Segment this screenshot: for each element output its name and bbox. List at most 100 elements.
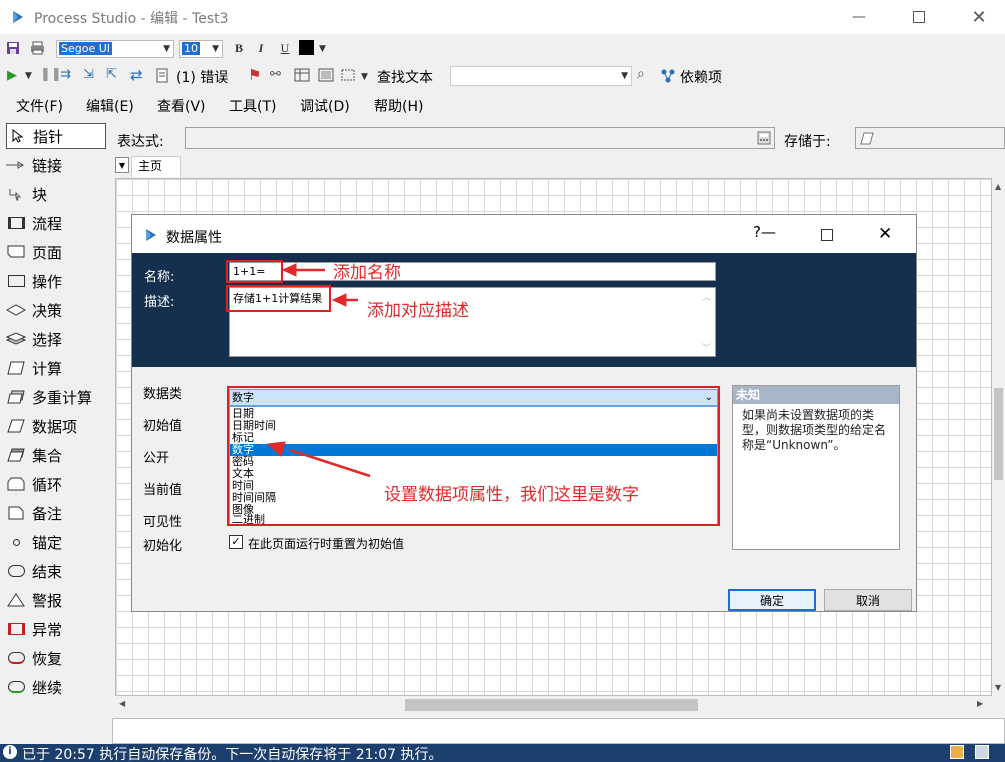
scroll-down-icon[interactable]: ﹀ bbox=[702, 341, 711, 354]
palette-item-resume[interactable]: 继续 bbox=[6, 674, 106, 700]
palette-item-alert[interactable]: 警报 bbox=[6, 587, 106, 613]
tab-dropdown-button[interactable]: ▼ bbox=[115, 157, 129, 173]
ok-button[interactable]: 确定 bbox=[728, 589, 816, 611]
underline-button[interactable]: U bbox=[276, 39, 294, 57]
format-toolbar: Segoe UI ▼ 10 ▼ B I U ▼ bbox=[0, 34, 1005, 62]
close-button[interactable]: ✕ bbox=[956, 0, 1002, 34]
font-color-swatch[interactable] bbox=[299, 40, 314, 55]
bold-button[interactable]: B bbox=[230, 39, 248, 57]
save-icon[interactable] bbox=[4, 39, 22, 57]
chevron-down-icon: ▼ bbox=[621, 71, 628, 81]
chevron-down-icon[interactable]: ▼ bbox=[319, 44, 326, 54]
find-text-input[interactable]: ▼ bbox=[450, 66, 632, 86]
expression-field[interactable] bbox=[185, 127, 775, 149]
pause-icon[interactable]: ❚❚ bbox=[40, 67, 62, 82]
chevron-down-icon[interactable]: ▼ bbox=[25, 71, 32, 81]
font-name-select[interactable]: Segoe UI ▼ bbox=[56, 40, 174, 58]
palette-item-multi-calc[interactable]: 多重计算 bbox=[6, 384, 106, 410]
info-panel-title: 未知 bbox=[733, 386, 899, 404]
reset-initial-checkbox[interactable]: ✓ bbox=[229, 535, 243, 549]
cancel-button[interactable]: 取消 bbox=[824, 589, 912, 611]
palette-item-calculation[interactable]: 计算 bbox=[6, 355, 106, 381]
horizontal-scrollbar[interactable]: ◀ ▶ bbox=[115, 696, 992, 714]
log-icon[interactable] bbox=[975, 745, 989, 759]
palette-item-action[interactable]: 操作 bbox=[6, 268, 106, 294]
palette-item-link[interactable]: 链接 bbox=[6, 152, 106, 178]
notification-icon[interactable] bbox=[950, 745, 964, 759]
font-size-select[interactable]: 10 ▼ bbox=[179, 40, 223, 58]
tab-main[interactable]: 主页 bbox=[131, 156, 181, 177]
palette-item-end[interactable]: 结束 bbox=[6, 558, 106, 584]
palette-item-decision[interactable]: 决策 bbox=[6, 297, 106, 323]
data-type-label: 数据类 bbox=[143, 387, 183, 402]
menu-debug[interactable]: 调试(D) bbox=[300, 96, 350, 116]
step-into-icon[interactable]: ⇲ bbox=[83, 67, 94, 82]
scroll-left-icon[interactable]: ◀ bbox=[119, 699, 125, 708]
menu-tools[interactable]: 工具(T) bbox=[229, 96, 276, 116]
palette-item-loop[interactable]: 循环 bbox=[6, 471, 106, 497]
menu-file[interactable]: 文件(F) bbox=[16, 96, 63, 116]
maximize-button[interactable] bbox=[896, 0, 942, 34]
palette-item-choice[interactable]: 选择 bbox=[6, 326, 106, 352]
close-icon: ✕ bbox=[878, 224, 893, 244]
menu-help[interactable]: 帮助(H) bbox=[374, 96, 423, 116]
bottom-panel bbox=[112, 718, 1005, 744]
palette-item-collection[interactable]: 集合 bbox=[6, 442, 106, 468]
block-icon bbox=[6, 186, 26, 202]
binoculars-icon[interactable]: ⌕ bbox=[637, 66, 645, 82]
annotation-description-box bbox=[226, 285, 331, 312]
play-icon[interactable]: ▶ bbox=[7, 68, 17, 83]
multi-calc-icon bbox=[6, 389, 26, 405]
print-icon[interactable] bbox=[28, 39, 46, 57]
dialog-close-button[interactable]: ✕ bbox=[878, 224, 892, 244]
layout-icon[interactable] bbox=[318, 68, 334, 83]
step-icon[interactable]: ⇉ bbox=[60, 67, 71, 82]
menu-edit[interactable]: 编辑(E) bbox=[86, 96, 134, 116]
window-title: Process Studio - 编辑 - Test3 bbox=[34, 11, 229, 27]
step-out-icon[interactable]: ⇱ bbox=[106, 67, 117, 82]
error-list-icon bbox=[156, 68, 168, 83]
scroll-up-icon[interactable]: ▲ bbox=[995, 182, 1001, 191]
italic-button[interactable]: I bbox=[252, 39, 270, 57]
zoom-fit-icon[interactable] bbox=[340, 68, 356, 83]
collection-icon bbox=[6, 447, 26, 463]
palette-item-process[interactable]: 流程 bbox=[6, 210, 106, 236]
name-input[interactable]: 1+1= bbox=[229, 262, 716, 281]
link-chain-icon[interactable]: ⚯ bbox=[270, 67, 281, 82]
dialog-maximize-button[interactable] bbox=[821, 229, 833, 241]
horizontal-scroll-thumb[interactable] bbox=[405, 699, 698, 711]
recover-icon bbox=[6, 650, 26, 666]
palette-item-recover[interactable]: 恢复 bbox=[6, 645, 106, 671]
dialog-title-bar: 数据属性 ?— ✕ bbox=[132, 215, 916, 253]
breakpoint-flag-icon[interactable]: ⚑ bbox=[248, 66, 261, 84]
grid-view-icon[interactable] bbox=[294, 68, 310, 83]
expression-bar: 表达式: 存储于: bbox=[110, 121, 1005, 155]
info-icon: i bbox=[3, 745, 17, 759]
scroll-down-icon[interactable]: ▼ bbox=[995, 683, 1001, 692]
calculator-icon[interactable] bbox=[757, 131, 771, 145]
palette-item-data-item[interactable]: 数据项 bbox=[6, 413, 106, 439]
palette-item-page[interactable]: 页面 bbox=[6, 239, 106, 265]
palette-item-note[interactable]: 备注 bbox=[6, 500, 106, 526]
refresh-icon[interactable]: ⇄ bbox=[130, 66, 143, 84]
chevron-down-icon[interactable]: ▼ bbox=[361, 72, 368, 82]
menu-view[interactable]: 查看(V) bbox=[157, 96, 206, 116]
info-panel: 未知 如果尚未设置数据项的类型，则数据项类型的给定名称是“Unknown”。 bbox=[732, 385, 900, 550]
link-icon bbox=[6, 157, 26, 173]
scroll-right-icon[interactable]: ▶ bbox=[977, 699, 983, 708]
palette-item-exception[interactable]: 异常 bbox=[6, 616, 106, 642]
palette-item-block[interactable]: 块 bbox=[6, 181, 106, 207]
scroll-up-icon[interactable]: ︿ bbox=[702, 290, 711, 303]
stored-in-field[interactable] bbox=[855, 127, 1005, 149]
palette-item-anchor[interactable]: 锚定 bbox=[6, 529, 106, 555]
vertical-scroll-thumb[interactable] bbox=[994, 388, 1003, 480]
action-icon bbox=[6, 273, 26, 289]
dependencies-button[interactable]: 依赖项 bbox=[680, 67, 722, 87]
vertical-scrollbar[interactable]: ▲ ▼ bbox=[992, 178, 1005, 696]
minimize-button[interactable]: — bbox=[836, 0, 882, 34]
process-icon bbox=[6, 215, 26, 231]
errors-button[interactable]: (1) 错误 bbox=[176, 67, 228, 87]
current-value-label: 当前值 bbox=[143, 483, 183, 498]
palette-item-pointer[interactable]: 指针 bbox=[6, 123, 106, 149]
help-button[interactable]: ?— bbox=[753, 223, 776, 241]
